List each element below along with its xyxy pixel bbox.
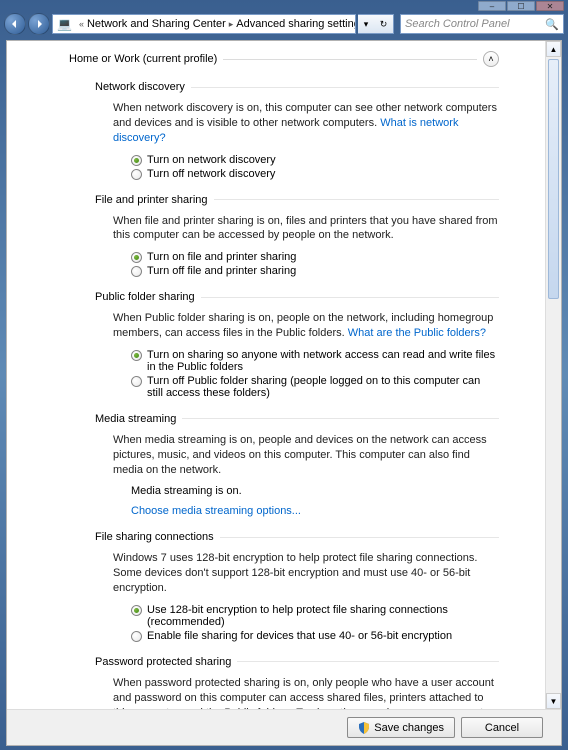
breadcrumb-sep-icon: ▸: [229, 19, 234, 30]
netdisc-on-radio[interactable]: [131, 155, 142, 166]
divider: [182, 418, 499, 419]
media-streaming-link[interactable]: Choose media streaming options...: [131, 505, 301, 517]
content-pane: ▲ ▼ Home or Work (current profile) ˄ Net…: [6, 40, 562, 746]
password-sharing-header: Password protected sharing: [95, 656, 499, 668]
forward-button[interactable]: [28, 13, 50, 35]
divider: [191, 87, 499, 88]
search-icon: 🔍: [545, 18, 559, 31]
encryption-header: File sharing connections: [95, 531, 499, 543]
fileprint-on-radio[interactable]: [131, 252, 142, 263]
titlebar: – ☐ ✕: [0, 0, 568, 12]
subhead-label: File and printer sharing: [95, 194, 208, 206]
network-discovery-header: Network discovery: [95, 81, 499, 93]
cancel-button[interactable]: Cancel: [461, 717, 543, 738]
divider: [223, 59, 477, 60]
public-folder-help-link[interactable]: What are the Public folders?: [348, 327, 486, 339]
close-button[interactable]: ✕: [536, 1, 564, 11]
subhead-label: Public folder sharing: [95, 291, 195, 303]
encrypt-40-radio[interactable]: [131, 631, 142, 642]
subhead-label: Network discovery: [95, 81, 185, 93]
divider: [220, 537, 499, 538]
file-printer-header: File and printer sharing: [95, 194, 499, 206]
radio-label: Turn off file and printer sharing: [147, 265, 296, 277]
file-printer-desc: When file and printer sharing is on, fil…: [113, 214, 499, 244]
search-placeholder: Search Control Panel: [405, 18, 510, 30]
breadcrumb-2[interactable]: Advanced sharing settings: [236, 18, 356, 30]
navbar: 💻 « Network and Sharing Center ▸ Advance…: [0, 12, 568, 36]
search-input[interactable]: Search Control Panel 🔍: [400, 14, 564, 34]
radio-label: Turn off network discovery: [147, 168, 275, 180]
pubfolder-on-radio[interactable]: [131, 350, 142, 361]
breadcrumb-1[interactable]: Network and Sharing Center: [87, 18, 226, 30]
media-streaming-header: Media streaming: [95, 413, 499, 425]
network-discovery-desc: When network discovery is on, this compu…: [113, 101, 499, 146]
media-streaming-desc: When media streaming is on, people and d…: [113, 433, 499, 478]
button-label: Cancel: [485, 722, 519, 734]
encrypt-128-radio[interactable]: [131, 605, 142, 616]
refresh-icon[interactable]: ↻: [380, 19, 388, 30]
radio-label: Turn off Public folder sharing (people l…: [147, 375, 499, 399]
radio-label: Enable file sharing for devices that use…: [147, 630, 452, 642]
divider: [214, 199, 499, 200]
minimize-button[interactable]: –: [478, 1, 506, 11]
shield-icon: [358, 722, 370, 734]
public-folder-desc: When Public folder sharing is on, people…: [113, 311, 499, 341]
subhead-label: Media streaming: [95, 413, 176, 425]
radio-label: Use 128-bit encryption to help protect f…: [147, 604, 499, 628]
chevron-down-icon: ▾: [364, 19, 369, 30]
back-button[interactable]: [4, 13, 26, 35]
netdisc-off-radio[interactable]: [131, 169, 142, 180]
public-folder-header: Public folder sharing: [95, 291, 499, 303]
footer: Save changes Cancel: [7, 709, 561, 745]
content-scroll: ▲ ▼ Home or Work (current profile) ˄ Net…: [7, 41, 561, 709]
subhead-label: Password protected sharing: [95, 656, 231, 668]
encryption-options: Use 128-bit encryption to help protect f…: [131, 604, 499, 642]
scrollbar[interactable]: ▲ ▼: [545, 41, 561, 709]
radio-label: Turn on network discovery: [147, 154, 276, 166]
media-streaming-status: Media streaming is on.: [131, 485, 499, 497]
maximize-button[interactable]: ☐: [507, 1, 535, 11]
network-discovery-options: Turn on network discovery Turn off netwo…: [131, 154, 499, 180]
file-printer-options: Turn on file and printer sharing Turn of…: [131, 251, 499, 277]
save-changes-button[interactable]: Save changes: [347, 717, 455, 738]
fileprint-off-radio[interactable]: [131, 266, 142, 277]
scroll-up-button[interactable]: ▲: [546, 41, 561, 57]
profile-header[interactable]: Home or Work (current profile) ˄: [69, 51, 499, 67]
subhead-label: File sharing connections: [95, 531, 214, 543]
pubfolder-off-radio[interactable]: [131, 376, 142, 387]
radio-label: Turn on sharing so anyone with network a…: [147, 349, 499, 373]
encryption-desc: Windows 7 uses 128-bit encryption to hel…: [113, 551, 499, 596]
public-folder-options: Turn on sharing so anyone with network a…: [131, 349, 499, 399]
address-dropdown[interactable]: ▾ ↻: [358, 14, 394, 34]
profile-title: Home or Work (current profile): [69, 53, 217, 65]
divider: [201, 297, 499, 298]
address-bar[interactable]: 💻 « Network and Sharing Center ▸ Advance…: [52, 14, 356, 34]
collapse-icon[interactable]: ˄: [483, 51, 499, 67]
chevron-icon: «: [79, 19, 84, 29]
button-label: Save changes: [374, 722, 444, 734]
radio-label: Turn on file and printer sharing: [147, 251, 296, 263]
password-sharing-desc: When password protected sharing is on, o…: [113, 676, 499, 709]
scroll-thumb[interactable]: [548, 59, 559, 299]
divider: [237, 661, 499, 662]
scroll-down-button[interactable]: ▼: [546, 693, 561, 709]
network-icon: 💻: [57, 17, 72, 31]
